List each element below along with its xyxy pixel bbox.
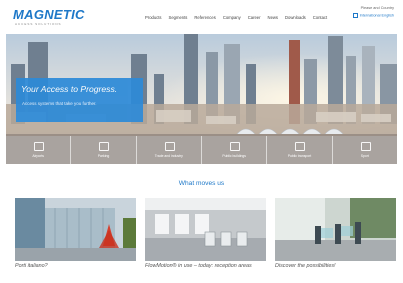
nav-item-company[interactable]: Company <box>223 15 241 20</box>
section-title: What moves us <box>178 180 225 187</box>
utility-links: Please and Country International English <box>342 6 394 18</box>
segment-label: Airports <box>32 154 44 158</box>
teaser-caption: Discover the possibilities! <box>275 263 336 269</box>
region-selector-link[interactable]: Please and Country <box>342 6 394 10</box>
hero-subline: Access systems that take you further. <box>22 101 97 106</box>
factory-icon <box>164 142 175 151</box>
segment-trade-industry[interactable]: Trade and industry <box>137 136 202 164</box>
segment-label: Public buildings <box>222 154 246 158</box>
nav-item-news[interactable]: News <box>268 15 278 20</box>
segment-public-transport[interactable]: Public transport <box>267 136 333 164</box>
stadium-icon <box>360 142 371 151</box>
nav-item-career[interactable]: Career <box>248 15 261 20</box>
segment-sport[interactable]: Sport <box>333 136 397 164</box>
teaser-caption: Porti italiano? <box>15 263 48 269</box>
segment-airports[interactable]: Airports <box>6 136 72 164</box>
nav-item-contact[interactable]: Contact <box>313 15 327 20</box>
teaser-card-3[interactable]: Discover the possibilities! <box>275 198 396 270</box>
language-selector-link[interactable]: International English <box>342 13 394 18</box>
logo-text: MAGNETIC <box>13 7 85 22</box>
magnetic-logo[interactable]: MAGNETIC ACCESS SOLUTIONS <box>13 7 85 29</box>
nav-item-products[interactable]: Products <box>145 15 162 20</box>
hero-claim-box[interactable]: Your Access to Progress. Access systems … <box>16 78 143 122</box>
segment-label: Sport <box>360 154 369 158</box>
segment-bar: Airports Parking Trade and industry Publ… <box>6 136 397 164</box>
building-icon <box>230 142 241 151</box>
hero-headline: Your Access to Progress. <box>21 84 118 94</box>
logo-tagline: ACCESS SOLUTIONS <box>15 22 62 26</box>
segment-label: Parking <box>97 154 110 158</box>
nav-item-references[interactable]: References <box>194 15 215 20</box>
teaser-image-reception <box>145 198 266 261</box>
teaser-image-gates <box>275 198 396 261</box>
segment-parking[interactable]: Parking <box>71 136 137 164</box>
teaser-caption: FlowMotion® in use – today: reception ar… <box>145 263 252 269</box>
airplane-icon <box>34 142 45 151</box>
teaser-image-building <box>15 198 136 261</box>
page: MAGNETIC ACCESS SOLUTIONS Products Segme… <box>0 0 403 283</box>
site-header: MAGNETIC ACCESS SOLUTIONS Products Segme… <box>0 0 403 33</box>
main-navigation: Products Segments References Company Car… <box>145 15 327 20</box>
parking-icon <box>99 142 110 151</box>
segment-label: Trade and industry <box>154 154 183 158</box>
nav-item-downloads[interactable]: Downloads <box>285 15 306 20</box>
nav-item-segments[interactable]: Segments <box>169 15 188 20</box>
train-icon <box>295 142 306 151</box>
segment-public-buildings[interactable]: Public buildings <box>202 136 268 164</box>
teaser-card-2[interactable]: FlowMotion® in use – today: reception ar… <box>145 198 266 270</box>
teaser-card-1[interactable]: Porti italiano? <box>15 198 136 270</box>
segment-label: Public transport <box>287 154 312 158</box>
